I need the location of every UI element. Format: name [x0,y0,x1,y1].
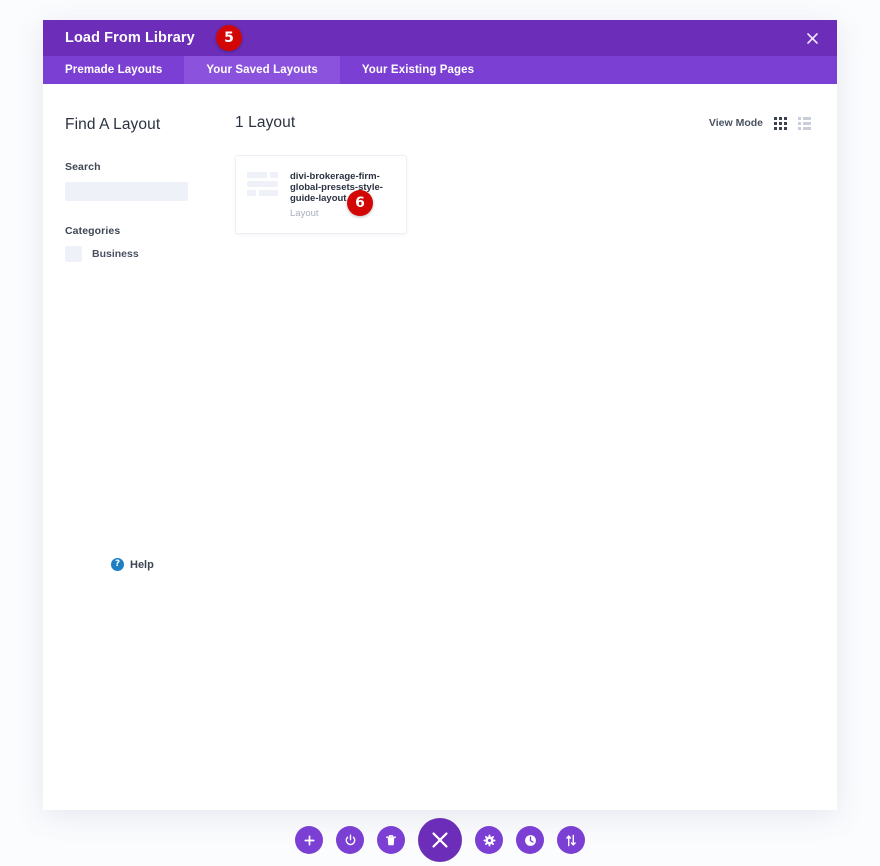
step-badge-6: 6 [347,190,373,216]
tab-your-existing-pages[interactable]: Your Existing Pages [340,56,496,84]
layout-card-text: divi-brokerage-firm-global-presets-style… [290,170,394,219]
sidebar: Find A Layout Search Categories Business… [43,84,213,810]
clock-icon [524,834,537,847]
category-row-business[interactable]: Business [65,246,213,262]
plus-icon [303,834,315,846]
view-mode-switcher: View Mode [708,116,811,130]
list-view-icon[interactable] [798,116,811,130]
content-panel: 1 Layout View Mode divi-brokerage-firm-g… [213,84,837,810]
tab-label: Your Existing Pages [361,64,475,76]
search-input[interactable] [65,182,188,201]
layout-thumbnail-placeholder [247,170,281,204]
tab-label: Premade Layouts [65,64,163,76]
power-toggle-button[interactable] [336,826,364,854]
skeleton-block [247,181,278,187]
content-header: 1 Layout View Mode [235,114,811,132]
skeleton-block [259,190,278,196]
layout-card-type: Layout [290,207,319,219]
trash-icon [385,834,397,847]
tab-bar: Premade Layouts Your Saved Layouts Your … [43,56,837,84]
help-link[interactable]: ? Help [111,558,154,571]
delete-button[interactable] [377,826,405,854]
skeleton-block [247,172,267,178]
modal-title: Load From Library [65,30,195,46]
load-from-library-modal: Load From Library Premade Layouts Your S… [43,20,837,810]
sort-arrows-icon [565,834,577,847]
category-checkbox[interactable] [65,246,82,262]
layout-card[interactable]: divi-brokerage-firm-global-presets-style… [235,155,407,234]
search-label: Search [65,161,101,173]
close-icon [431,831,449,849]
builder-toolbar [0,818,880,862]
skeleton-block [247,190,256,196]
help-label: Help [130,558,154,571]
modal-body: Find A Layout Search Categories Business… [43,84,837,810]
grid-view-icon[interactable] [774,116,787,130]
question-mark-icon: ? [111,558,124,571]
tab-your-saved-layouts[interactable]: Your Saved Layouts [184,56,340,84]
close-icon[interactable] [801,27,823,49]
skeleton-block [270,172,278,178]
view-mode-label: View Mode [708,117,763,129]
gear-icon [483,834,496,847]
tab-premade-layouts[interactable]: Premade Layouts [43,56,184,84]
sidebar-title: Find A Layout [65,116,161,133]
history-button[interactable] [516,826,544,854]
layout-card-title: divi-brokerage-firm-global-presets-style… [290,171,383,205]
category-label: Business [92,248,139,260]
categories-label: Categories [65,225,121,237]
modal-header: Load From Library [43,20,837,56]
close-builder-button[interactable] [418,818,462,862]
settings-button[interactable] [475,826,503,854]
power-icon [344,834,357,847]
reorder-button[interactable] [557,826,585,854]
tab-label: Your Saved Layouts [206,64,318,76]
layout-count-title: 1 Layout [235,114,296,131]
step-badge-5: 5 [216,25,242,51]
add-button[interactable] [295,826,323,854]
layout-card-grid: divi-brokerage-firm-global-presets-style… [235,155,811,234]
